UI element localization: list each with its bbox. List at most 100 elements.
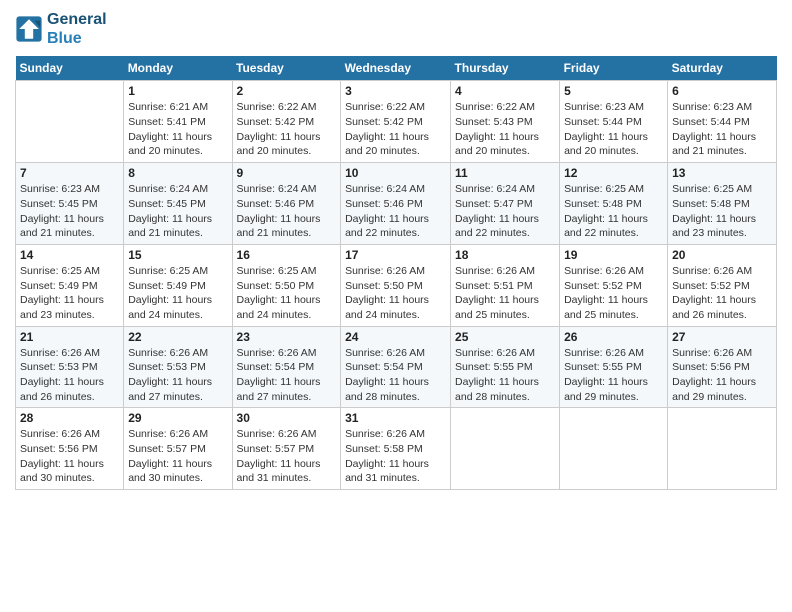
calendar-cell <box>451 408 560 490</box>
calendar-cell: 6 Sunrise: 6:23 AMSunset: 5:44 PMDaylight… <box>668 81 777 163</box>
day-info: Sunrise: 6:24 AMSunset: 5:46 PMDaylight:… <box>237 182 337 241</box>
calendar-cell: 17 Sunrise: 6:26 AMSunset: 5:50 PMDayligh… <box>341 244 451 326</box>
weekday-header-saturday: Saturday <box>668 56 777 81</box>
day-info: Sunrise: 6:25 AMSunset: 5:50 PMDaylight:… <box>237 264 337 323</box>
day-info: Sunrise: 6:25 AMSunset: 5:49 PMDaylight:… <box>20 264 119 323</box>
calendar-cell <box>668 408 777 490</box>
calendar-table: SundayMondayTuesdayWednesdayThursdayFrid… <box>15 56 777 490</box>
day-info: Sunrise: 6:25 AMSunset: 5:48 PMDaylight:… <box>672 182 772 241</box>
day-number: 14 <box>20 248 119 262</box>
week-row-1: 1 Sunrise: 6:21 AMSunset: 5:41 PMDaylight… <box>16 81 777 163</box>
day-number: 30 <box>237 411 337 425</box>
calendar-cell: 10Sunrise: 6:24 AMSunset: 5:46 PMDayligh… <box>341 163 451 245</box>
calendar-cell: 7 Sunrise: 6:23 AMSunset: 5:45 PMDaylight… <box>16 163 124 245</box>
day-info: Sunrise: 6:25 AMSunset: 5:49 PMDaylight:… <box>128 264 227 323</box>
day-info: Sunrise: 6:26 AMSunset: 5:58 PMDaylight:… <box>345 427 446 486</box>
day-info: Sunrise: 6:26 AMSunset: 5:56 PMDaylight:… <box>20 427 119 486</box>
day-number: 19 <box>564 248 663 262</box>
calendar-cell: 21 Sunrise: 6:26 AMSunset: 5:53 PMDayligh… <box>16 326 124 408</box>
day-number: 28 <box>20 411 119 425</box>
calendar-cell: 16 Sunrise: 6:25 AMSunset: 5:50 PMDayligh… <box>232 244 341 326</box>
day-number: 6 <box>672 84 772 98</box>
logo: General Blue <box>15 10 107 48</box>
week-row-5: 28 Sunrise: 6:26 AMSunset: 5:56 PMDayligh… <box>16 408 777 490</box>
day-number: 7 <box>20 166 119 180</box>
calendar-cell <box>16 81 124 163</box>
calendar-cell: 1 Sunrise: 6:21 AMSunset: 5:41 PMDaylight… <box>124 81 232 163</box>
calendar-cell: 13 Sunrise: 6:25 AMSunset: 5:48 PMDayligh… <box>668 163 777 245</box>
day-number: 3 <box>345 84 446 98</box>
day-info: Sunrise: 6:26 AMSunset: 5:55 PMDaylight:… <box>564 346 663 405</box>
calendar-cell: 14 Sunrise: 6:25 AMSunset: 5:49 PMDayligh… <box>16 244 124 326</box>
day-info: Sunrise: 6:26 AMSunset: 5:53 PMDaylight:… <box>20 346 119 405</box>
calendar-cell: 11 Sunrise: 6:24 AMSunset: 5:47 PMDayligh… <box>451 163 560 245</box>
day-info: Sunrise: 6:23 AMSunset: 5:44 PMDaylight:… <box>672 100 772 159</box>
day-info: Sunrise: 6:23 AMSunset: 5:44 PMDaylight:… <box>564 100 663 159</box>
week-row-3: 14 Sunrise: 6:25 AMSunset: 5:49 PMDayligh… <box>16 244 777 326</box>
page-container: General Blue SundayMondayTuesdayWednesda… <box>0 0 792 500</box>
day-number: 1 <box>128 84 227 98</box>
calendar-cell: 20 Sunrise: 6:26 AMSunset: 5:52 PMDayligh… <box>668 244 777 326</box>
day-number: 20 <box>672 248 772 262</box>
calendar-cell: 15Sunrise: 6:25 AMSunset: 5:49 PMDayligh… <box>124 244 232 326</box>
day-info: Sunrise: 6:24 AMSunset: 5:45 PMDaylight:… <box>128 182 227 241</box>
calendar-cell: 9 Sunrise: 6:24 AMSunset: 5:46 PMDaylight… <box>232 163 341 245</box>
day-number: 21 <box>20 330 119 344</box>
weekday-header-monday: Monday <box>124 56 232 81</box>
day-info: Sunrise: 6:25 AMSunset: 5:48 PMDaylight:… <box>564 182 663 241</box>
day-number: 22 <box>128 330 227 344</box>
day-info: Sunrise: 6:26 AMSunset: 5:54 PMDaylight:… <box>237 346 337 405</box>
day-number: 9 <box>237 166 337 180</box>
week-row-4: 21 Sunrise: 6:26 AMSunset: 5:53 PMDayligh… <box>16 326 777 408</box>
week-row-2: 7 Sunrise: 6:23 AMSunset: 5:45 PMDaylight… <box>16 163 777 245</box>
weekday-header-wednesday: Wednesday <box>341 56 451 81</box>
day-info: Sunrise: 6:26 AMSunset: 5:53 PMDaylight:… <box>128 346 227 405</box>
day-number: 16 <box>237 248 337 262</box>
logo-text: General Blue <box>47 10 107 48</box>
calendar-cell: 23 Sunrise: 6:26 AMSunset: 5:54 PMDayligh… <box>232 326 341 408</box>
day-info: Sunrise: 6:24 AMSunset: 5:47 PMDaylight:… <box>455 182 555 241</box>
day-number: 17 <box>345 248 446 262</box>
day-number: 4 <box>455 84 555 98</box>
day-number: 8 <box>128 166 227 180</box>
page-header: General Blue <box>15 10 777 48</box>
calendar-cell: 28 Sunrise: 6:26 AMSunset: 5:56 PMDayligh… <box>16 408 124 490</box>
day-number: 5 <box>564 84 663 98</box>
calendar-cell: 27Sunrise: 6:26 AMSunset: 5:56 PMDayligh… <box>668 326 777 408</box>
day-number: 31 <box>345 411 446 425</box>
calendar-cell: 2Sunrise: 6:22 AMSunset: 5:42 PMDaylight… <box>232 81 341 163</box>
calendar-cell: 26 Sunrise: 6:26 AMSunset: 5:55 PMDayligh… <box>560 326 668 408</box>
weekday-header-tuesday: Tuesday <box>232 56 341 81</box>
calendar-cell: 8 Sunrise: 6:24 AMSunset: 5:45 PMDaylight… <box>124 163 232 245</box>
day-info: Sunrise: 6:24 AMSunset: 5:46 PMDaylight:… <box>345 182 446 241</box>
day-info: Sunrise: 6:22 AMSunset: 5:42 PMDaylight:… <box>345 100 446 159</box>
weekday-header-sunday: Sunday <box>16 56 124 81</box>
day-number: 11 <box>455 166 555 180</box>
day-info: Sunrise: 6:21 AMSunset: 5:41 PMDaylight:… <box>128 100 227 159</box>
day-info: Sunrise: 6:26 AMSunset: 5:52 PMDaylight:… <box>564 264 663 323</box>
day-number: 25 <box>455 330 555 344</box>
weekday-header-thursday: Thursday <box>451 56 560 81</box>
day-info: Sunrise: 6:26 AMSunset: 5:52 PMDaylight:… <box>672 264 772 323</box>
day-info: Sunrise: 6:26 AMSunset: 5:55 PMDaylight:… <box>455 346 555 405</box>
day-number: 26 <box>564 330 663 344</box>
day-number: 13 <box>672 166 772 180</box>
day-info: Sunrise: 6:26 AMSunset: 5:57 PMDaylight:… <box>128 427 227 486</box>
day-info: Sunrise: 6:26 AMSunset: 5:50 PMDaylight:… <box>345 264 446 323</box>
calendar-cell: 22 Sunrise: 6:26 AMSunset: 5:53 PMDayligh… <box>124 326 232 408</box>
weekday-header-row: SundayMondayTuesdayWednesdayThursdayFrid… <box>16 56 777 81</box>
calendar-cell: 3 Sunrise: 6:22 AMSunset: 5:42 PMDaylight… <box>341 81 451 163</box>
day-number: 23 <box>237 330 337 344</box>
calendar-cell: 5 Sunrise: 6:23 AMSunset: 5:44 PMDaylight… <box>560 81 668 163</box>
day-number: 24 <box>345 330 446 344</box>
calendar-cell: 4 Sunrise: 6:22 AMSunset: 5:43 PMDaylight… <box>451 81 560 163</box>
day-info: Sunrise: 6:22 AMSunset: 5:43 PMDaylight:… <box>455 100 555 159</box>
day-info: Sunrise: 6:23 AMSunset: 5:45 PMDaylight:… <box>20 182 119 241</box>
calendar-cell: 25 Sunrise: 6:26 AMSunset: 5:55 PMDayligh… <box>451 326 560 408</box>
day-info: Sunrise: 6:26 AMSunset: 5:51 PMDaylight:… <box>455 264 555 323</box>
day-info: Sunrise: 6:26 AMSunset: 5:54 PMDaylight:… <box>345 346 446 405</box>
weekday-header-friday: Friday <box>560 56 668 81</box>
day-number: 29 <box>128 411 227 425</box>
calendar-cell: 19 Sunrise: 6:26 AMSunset: 5:52 PMDayligh… <box>560 244 668 326</box>
logo-icon <box>15 15 43 43</box>
